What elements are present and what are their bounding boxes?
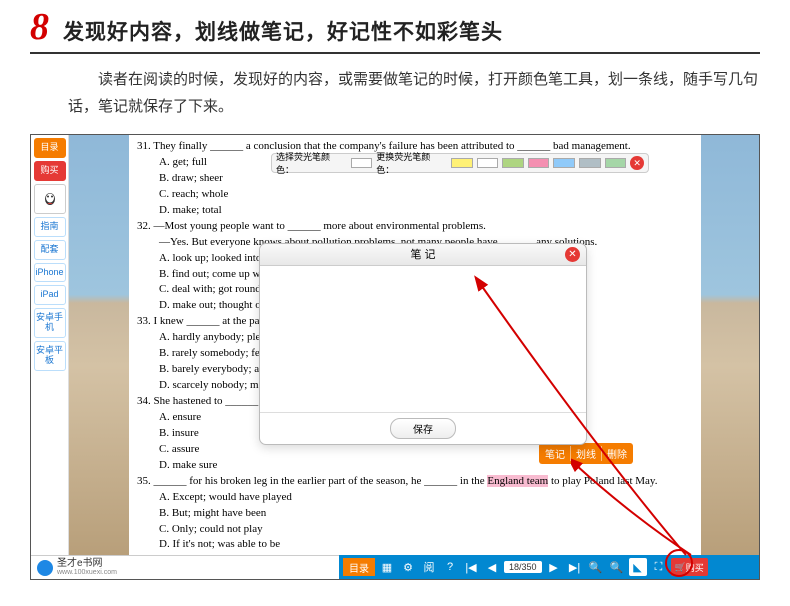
color-swatch[interactable] <box>553 158 575 168</box>
fullscreen-icon[interactable]: ⛶ <box>650 558 668 576</box>
note-dialog: 笔 记 ✕ 保存 <box>259 243 587 445</box>
color-swatch[interactable] <box>579 158 601 168</box>
close-icon[interactable]: ✕ <box>565 247 580 262</box>
feature-description: 读者在阅读的时候，发现好的内容，或需要做笔记的时候，打开颜色笔工具，划一条线，随… <box>30 54 760 130</box>
buy-button[interactable]: 🛒购买 <box>671 558 708 576</box>
feature-number: 8 <box>30 8 49 46</box>
grid-icon[interactable]: ▦ <box>378 558 396 576</box>
zoom-in-icon[interactable]: 🔍 <box>587 558 605 576</box>
note-title: 笔 记 ✕ <box>260 244 586 266</box>
question-32: 32. —Most young people want to ______ mo… <box>137 219 693 235</box>
settings-icon[interactable]: ⚙ <box>399 558 417 576</box>
last-page-icon[interactable]: ▶| <box>566 558 584 576</box>
sidebar-ipad[interactable]: iPad <box>34 285 66 305</box>
selection-popup: 笔记 划线 删除 <box>539 443 633 464</box>
color-swatch[interactable] <box>528 158 550 168</box>
save-button[interactable]: 保存 <box>390 418 456 439</box>
color-swatch[interactable] <box>351 158 373 168</box>
sidebar-toc[interactable]: 目录 <box>34 138 66 158</box>
screenshot-frame: 目录 购买 指南 配套 iPhone iPad 安卓手机 安卓平板 31. Th… <box>30 134 760 580</box>
hl-label-select: 选择荧光笔颜色： <box>276 150 347 176</box>
brand-logo-icon <box>37 560 53 576</box>
note-textarea[interactable] <box>260 266 586 412</box>
color-swatch[interactable] <box>451 158 473 168</box>
option: A. Except; would have played <box>137 490 693 506</box>
option: C. reach; whole <box>137 187 693 203</box>
help-icon[interactable]: ? <box>441 558 459 576</box>
highlighter-tool-icon[interactable]: ◣ <box>629 558 647 576</box>
color-swatch[interactable] <box>605 158 627 168</box>
option: B. But; might have been <box>137 506 693 522</box>
toc-button[interactable]: 目录 <box>343 558 375 576</box>
sidebar-qq-icon[interactable] <box>34 184 66 214</box>
sidebar-android-phone[interactable]: 安卓手机 <box>34 308 66 338</box>
sidebar-iphone[interactable]: iPhone <box>34 263 66 283</box>
question-35: 35. ______ for his broken leg in the ear… <box>137 474 693 490</box>
popup-note[interactable]: 笔记 <box>545 446 571 461</box>
hl-label-change: 更换荧光笔颜色： <box>376 150 447 176</box>
option: D. make; total <box>137 203 693 219</box>
bottom-toolbar: 圣才e书网 www.100xuexi.com 目录 ▦ ⚙ 阅 ? |◀ ◀ 1… <box>31 555 759 579</box>
sidebar-guide[interactable]: 指南 <box>34 217 66 237</box>
read-icon[interactable]: 阅 <box>420 558 438 576</box>
option: D. If it's not; was able to be <box>137 537 693 553</box>
highlighted-text: England team <box>487 475 548 487</box>
sidebar-buy[interactable]: 购买 <box>34 161 66 181</box>
option: C. Only; could not play <box>137 522 693 538</box>
close-icon[interactable]: ✕ <box>630 156 644 170</box>
feature-title: 发现好内容，划线做笔记，好记性不如彩笔头 <box>63 16 503 46</box>
popup-delete[interactable]: 删除 <box>607 446 627 461</box>
highlighter-toolbar[interactable]: 选择荧光笔颜色： 更换荧光笔颜色： ✕ <box>271 153 649 173</box>
left-sidebar: 目录 购买 指南 配套 iPhone iPad 安卓手机 安卓平板 <box>31 135 69 579</box>
sidebar-android-tablet[interactable]: 安卓平板 <box>34 341 66 371</box>
next-page-icon[interactable]: ▶ <box>545 558 563 576</box>
sidebar-companion[interactable]: 配套 <box>34 240 66 260</box>
color-swatch[interactable] <box>502 158 524 168</box>
page-indicator[interactable]: 18/350 <box>504 561 542 573</box>
popup-highlight[interactable]: 划线 <box>576 446 602 461</box>
color-swatch[interactable] <box>477 158 499 168</box>
first-page-icon[interactable]: |◀ <box>462 558 480 576</box>
zoom-out-icon[interactable]: 🔍 <box>608 558 626 576</box>
prev-page-icon[interactable]: ◀ <box>483 558 501 576</box>
brand-text: 圣才e书网 www.100xuexi.com <box>57 559 117 576</box>
